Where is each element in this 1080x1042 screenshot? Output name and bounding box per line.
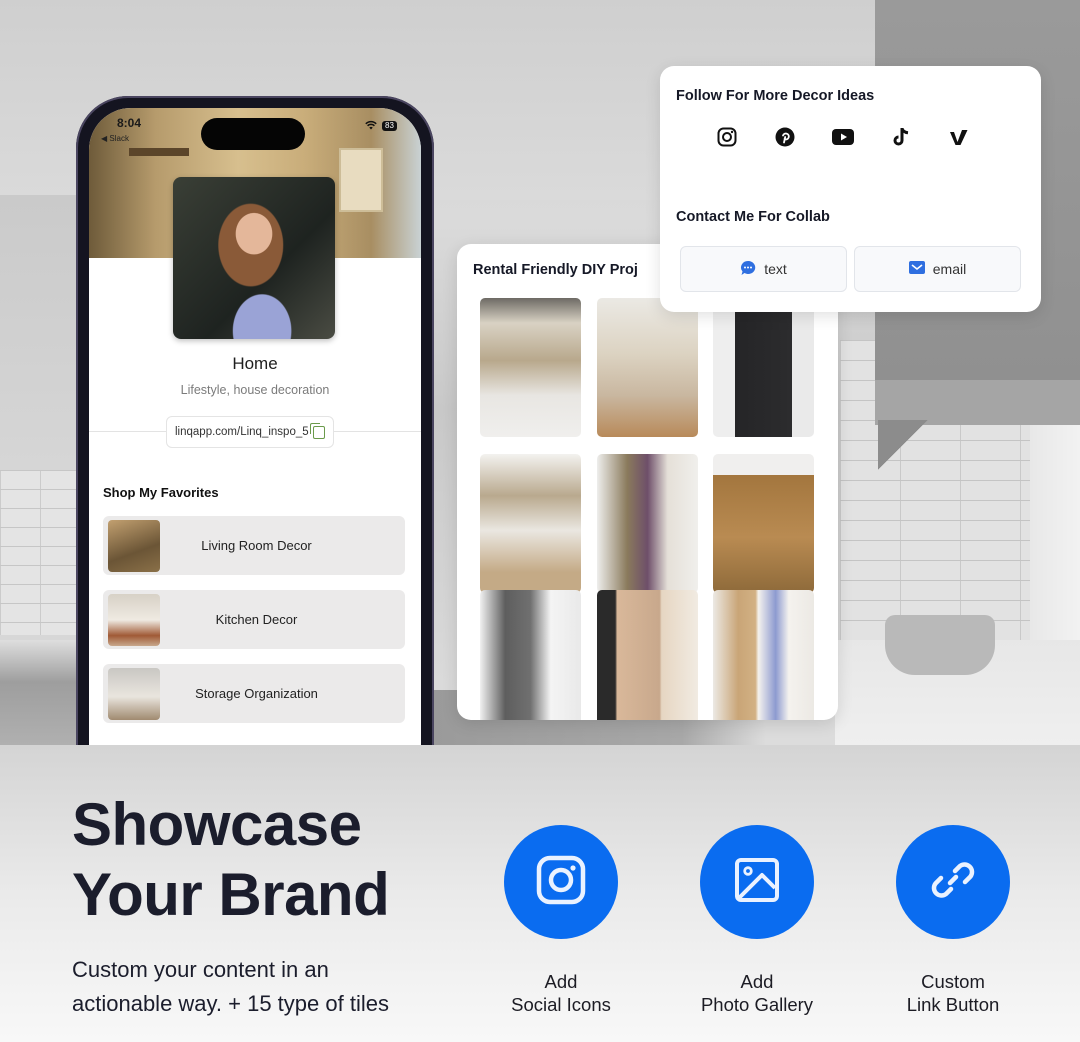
feature-label-line2: Social Icons bbox=[511, 994, 611, 1015]
social-contact-card: Follow For More Decor Ideas Contact Me F… bbox=[660, 66, 1041, 312]
feature-link-button: Custom Link Button bbox=[863, 825, 1043, 1016]
vimeo-icon[interactable] bbox=[948, 126, 970, 148]
link-button-label: Living Room Decor bbox=[201, 538, 312, 553]
link-thumbnail bbox=[108, 667, 160, 720]
gallery-photo-barn-door[interactable] bbox=[597, 590, 698, 720]
phone-screen: 8:04 ◀ Slack 83 Home Lifestyle, house de… bbox=[89, 108, 421, 748]
profile-photo bbox=[173, 177, 335, 339]
mail-icon bbox=[908, 261, 925, 277]
email-button-label: email bbox=[932, 261, 967, 277]
phone-mockup: 8:04 ◀ Slack 83 Home Lifestyle, house de… bbox=[76, 96, 434, 796]
instagram-icon bbox=[536, 855, 586, 910]
promo-subline: Custom your content in an actionable way… bbox=[72, 953, 389, 1021]
gallery-photo-pantry-jars[interactable] bbox=[480, 298, 581, 437]
link-thumbnail bbox=[108, 593, 160, 646]
text-contact-button[interactable]: text bbox=[680, 246, 847, 292]
pinterest-icon[interactable] bbox=[774, 126, 796, 148]
link-button-living-room[interactable]: Living Room Decor bbox=[103, 516, 405, 575]
gallery-photo-wood-cabinet[interactable] bbox=[713, 454, 814, 593]
profile-link-chip[interactable]: linqapp.com/Linq_inspo_5 bbox=[166, 416, 334, 448]
cabinet-bracket bbox=[878, 420, 928, 470]
subline-line-1: Custom your content in an bbox=[72, 957, 329, 982]
feature-social-icons: Add Social Icons bbox=[471, 825, 651, 1016]
feature-label-line1: Add bbox=[740, 971, 774, 992]
photo-gallery-card: Rental Friendly DIY Proj bbox=[457, 244, 838, 720]
link-button-storage[interactable]: Storage Organization bbox=[103, 664, 405, 723]
headline-line-2: Your Brand bbox=[72, 861, 390, 928]
promo-headline: Showcase Your Brand bbox=[72, 790, 390, 930]
tiktok-icon[interactable] bbox=[890, 126, 912, 148]
gallery-photo-wall-shelf[interactable] bbox=[713, 590, 814, 720]
feature-photo-gallery: Add Photo Gallery bbox=[667, 825, 847, 1016]
link-button-label: Storage Organization bbox=[195, 686, 318, 701]
youtube-icon[interactable] bbox=[832, 126, 854, 148]
text-button-label: text bbox=[764, 261, 787, 277]
profile-subtitle: Lifestyle, house decoration bbox=[180, 383, 330, 397]
gallery-photo-hanging-bags[interactable] bbox=[597, 454, 698, 593]
status-time: 8:04 bbox=[117, 116, 142, 130]
link-thumbnail bbox=[108, 519, 160, 572]
feature-icon-circle bbox=[504, 825, 618, 939]
instagram-icon[interactable] bbox=[716, 126, 738, 148]
back-to-app-link[interactable]: ◀ Slack bbox=[101, 134, 129, 143]
feature-label-line1: Add bbox=[544, 971, 578, 992]
feature-icon-circle bbox=[700, 825, 814, 939]
feature-label-line2: Link Button bbox=[906, 994, 1000, 1015]
gallery-photo-utility-closet[interactable] bbox=[480, 590, 581, 720]
social-title: Follow For More Decor Ideas bbox=[676, 88, 875, 104]
chat-bubble-icon bbox=[740, 260, 756, 279]
bread-basket bbox=[885, 615, 995, 675]
dynamic-island bbox=[201, 118, 305, 150]
feature-label-line2: Photo Gallery bbox=[700, 994, 814, 1015]
subline-line-2: actionable way. + 15 type of tiles bbox=[72, 991, 389, 1016]
gallery-photo-chalkboard[interactable] bbox=[713, 298, 814, 437]
copy-icon[interactable] bbox=[309, 422, 325, 439]
feature-label-line1: Custom bbox=[921, 971, 985, 992]
gallery-photo-kitchen-shelf[interactable] bbox=[597, 298, 698, 437]
gallery-title: Rental Friendly DIY Proj bbox=[473, 262, 638, 278]
link-button-kitchen[interactable]: Kitchen Decor bbox=[103, 590, 405, 649]
left-cabinet bbox=[0, 195, 80, 470]
profile-link-text: linqapp.com/Linq_inspo_5 bbox=[175, 426, 309, 438]
headline-line-1: Showcase bbox=[72, 791, 362, 858]
social-icons-row bbox=[716, 126, 970, 148]
feature-icon-circle bbox=[896, 825, 1010, 939]
link-icon bbox=[928, 855, 978, 910]
link-button-label: Kitchen Decor bbox=[215, 612, 298, 627]
shop-section-title: Shop My Favorites bbox=[103, 485, 219, 500]
left-tile-wall bbox=[0, 470, 80, 635]
gallery-photo-under-sink[interactable] bbox=[480, 454, 581, 593]
promo-section: Showcase Your Brand Custom your content … bbox=[0, 745, 1080, 1042]
wifi-icon bbox=[365, 120, 377, 133]
profile-name: Home bbox=[232, 354, 278, 373]
image-icon bbox=[734, 857, 780, 908]
email-contact-button[interactable]: email bbox=[854, 246, 1021, 292]
battery-indicator: 83 bbox=[382, 121, 397, 131]
left-counter bbox=[0, 640, 80, 745]
contact-title: Contact Me For Collab bbox=[676, 209, 830, 225]
